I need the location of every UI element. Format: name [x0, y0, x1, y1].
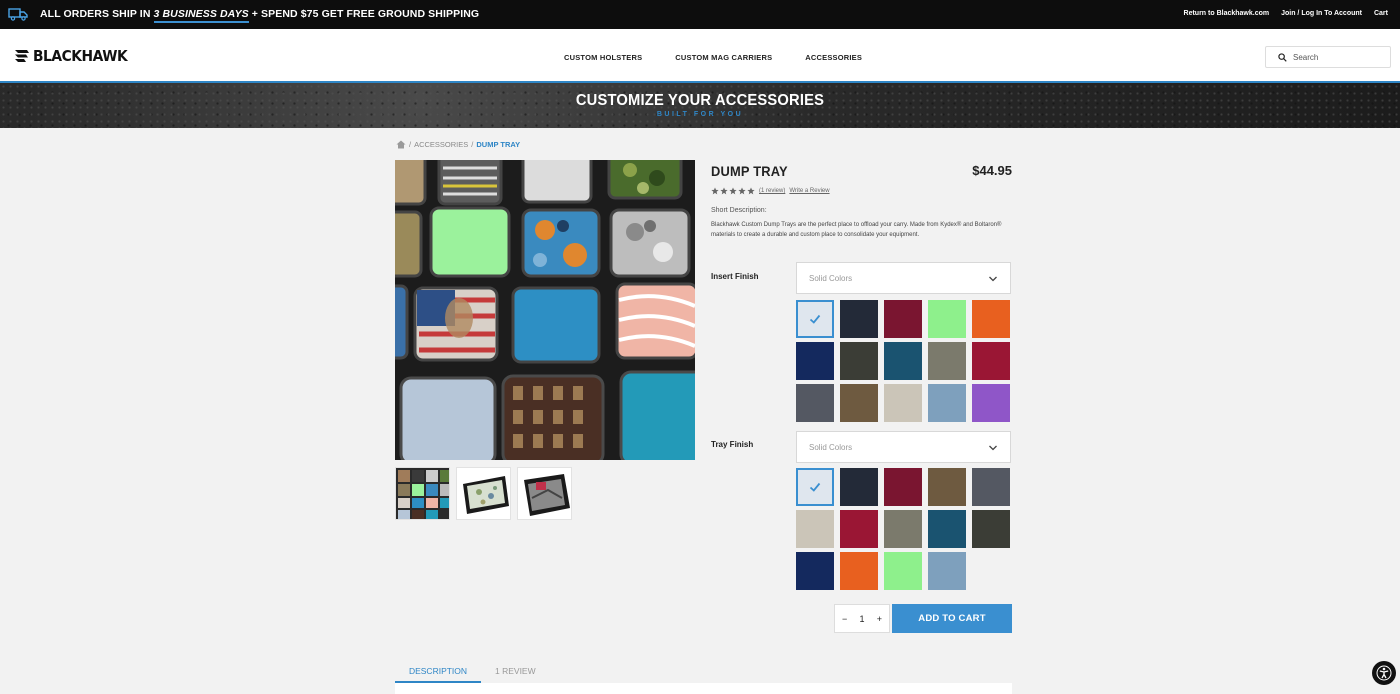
star-icon [738, 187, 746, 195]
short-description-label: Short Description: [711, 207, 767, 214]
home-icon[interactable] [396, 140, 406, 149]
blackhawk-logo[interactable]: BLACKHAWK [14, 47, 135, 65]
logo-mark-icon [15, 50, 29, 62]
tray-finish-swatch[interactable] [840, 468, 878, 506]
tray-finish-swatch[interactable] [840, 552, 878, 590]
insert-finish-swatch[interactable] [928, 384, 966, 422]
tray-finish-swatch[interactable] [928, 510, 966, 548]
insert-finish-select[interactable]: Solid Colors [796, 262, 1011, 294]
promo-emphasis: 3 BUSINESS DAYS [153, 8, 249, 23]
breadcrumb-current: DUMP TRAY [476, 140, 521, 149]
review-count-link[interactable]: (1 review) [759, 188, 785, 194]
tab-reviews[interactable]: 1 REVIEW [495, 666, 536, 681]
tray-finish-select-value: Solid Colors [809, 442, 853, 452]
star-icon [747, 187, 755, 195]
check-icon [809, 482, 821, 492]
product-main-image[interactable] [395, 160, 695, 460]
tray-finish-label: Tray Finish [711, 440, 754, 449]
short-description: Blackhawk Custom Dump Trays are the perf… [711, 222, 1002, 238]
search-input[interactable] [1293, 52, 1383, 62]
write-review-link[interactable]: Write a Review [789, 188, 829, 194]
tray-finish-swatch[interactable] [928, 552, 966, 590]
thumbnail-1[interactable] [395, 467, 450, 520]
insert-finish-swatches [796, 300, 1010, 422]
insert-finish-swatch[interactable] [884, 342, 922, 380]
tray-finish-swatch[interactable] [796, 510, 834, 548]
check-icon [809, 314, 821, 324]
insert-finish-swatch[interactable] [840, 342, 878, 380]
promo-bar: ALL ORDERS SHIP IN 3 BUSINESS DAYS + SPE… [0, 0, 1400, 29]
star-rating [711, 187, 755, 195]
accessibility-button[interactable] [1372, 661, 1396, 685]
truck-icon [8, 8, 28, 21]
banner-subtitle: BUILT FOR YOU [656, 111, 744, 118]
tab-description[interactable]: DESCRIPTION [395, 666, 481, 683]
quantity-increase-button[interactable]: + [877, 614, 882, 624]
dump-tray-grid-image [395, 160, 695, 460]
thumbnail-2[interactable] [456, 467, 511, 520]
chevron-down-icon [989, 445, 997, 451]
tray-finish-swatch[interactable] [840, 510, 878, 548]
main-nav: CUSTOM HOLSTERS CUSTOM MAG CARRIERS ACCE… [564, 53, 862, 62]
utility-links: Return to Blackhawk.com Join / Log In To… [1184, 10, 1388, 17]
site-header: BLACKHAWK CUSTOM HOLSTERS CUSTOM MAG CAR… [0, 29, 1400, 83]
product-tabs: DESCRIPTION 1 REVIEW [395, 664, 1012, 694]
insert-finish-swatch[interactable] [972, 300, 1010, 338]
nav-custom-holsters[interactable]: CUSTOM HOLSTERS [564, 53, 642, 62]
promo-message: ALL ORDERS SHIP IN 3 BUSINESS DAYS + SPE… [40, 8, 479, 23]
chevron-down-icon [989, 276, 997, 282]
product-rating: (1 review) Write a Review [711, 187, 830, 195]
hero-banner: CUSTOMIZE YOUR ACCESSORIES BUILT FOR YOU [0, 83, 1400, 128]
tray-finish-swatch[interactable] [884, 510, 922, 548]
tray-finish-swatch[interactable] [972, 510, 1010, 548]
accessibility-icon [1376, 665, 1392, 681]
insert-finish-swatch[interactable] [928, 300, 966, 338]
insert-finish-label: Insert Finish [711, 272, 759, 281]
banner-title: CUSTOMIZE YOUR ACCESSORIES [575, 92, 825, 109]
return-link[interactable]: Return to Blackhawk.com [1184, 10, 1270, 17]
star-icon [729, 187, 737, 195]
thumbnail-list [395, 467, 572, 520]
tray-finish-swatch[interactable] [972, 468, 1010, 506]
breadcrumb-accessories[interactable]: ACCESSORIES [414, 140, 468, 149]
tray-finish-swatches [796, 468, 1010, 590]
breadcrumb-separator: / [409, 140, 412, 149]
tray-finish-swatch[interactable] [796, 468, 834, 506]
insert-finish-swatch[interactable] [928, 342, 966, 380]
product-price: $44.95 [972, 163, 1012, 178]
product-title: DUMP TRAY [711, 163, 788, 179]
tray-finish-swatch[interactable] [796, 552, 834, 590]
logo-text: BLACKHAWK [33, 47, 128, 65]
tray-finish-swatch[interactable] [928, 468, 966, 506]
breadcrumb: / ACCESSORIES / DUMP TRAY [396, 140, 520, 149]
insert-finish-select-value: Solid Colors [809, 273, 853, 283]
quantity-decrease-button[interactable]: − [842, 614, 847, 624]
star-icon [711, 187, 719, 195]
search-icon [1278, 52, 1287, 62]
account-link[interactable]: Join / Log In To Account [1281, 10, 1362, 17]
insert-finish-swatch[interactable] [796, 342, 834, 380]
insert-finish-swatch[interactable] [972, 342, 1010, 380]
tab-panel [395, 683, 1012, 694]
search-box [1265, 46, 1391, 68]
insert-finish-swatch[interactable] [840, 300, 878, 338]
insert-finish-swatch[interactable] [796, 384, 834, 422]
tray-finish-swatch[interactable] [884, 468, 922, 506]
breadcrumb-separator: / [471, 140, 474, 149]
nav-custom-mag-carriers[interactable]: CUSTOM MAG CARRIERS [675, 53, 772, 62]
nav-accessories[interactable]: ACCESSORIES [805, 53, 862, 62]
tray-finish-select[interactable]: Solid Colors [796, 431, 1011, 463]
quantity-value[interactable]: 1 [859, 614, 864, 624]
star-icon [720, 187, 728, 195]
insert-finish-swatch[interactable] [840, 384, 878, 422]
thumbnail-3[interactable] [517, 467, 572, 520]
insert-finish-swatch[interactable] [884, 300, 922, 338]
add-to-cart-button[interactable]: ADD TO CART [892, 604, 1012, 633]
insert-finish-swatch[interactable] [796, 300, 834, 338]
tray-finish-swatch[interactable] [884, 552, 922, 590]
cart-link[interactable]: Cart [1374, 10, 1388, 17]
quantity-stepper: − 1 + [834, 604, 890, 633]
insert-finish-swatch[interactable] [972, 384, 1010, 422]
insert-finish-swatch[interactable] [884, 384, 922, 422]
